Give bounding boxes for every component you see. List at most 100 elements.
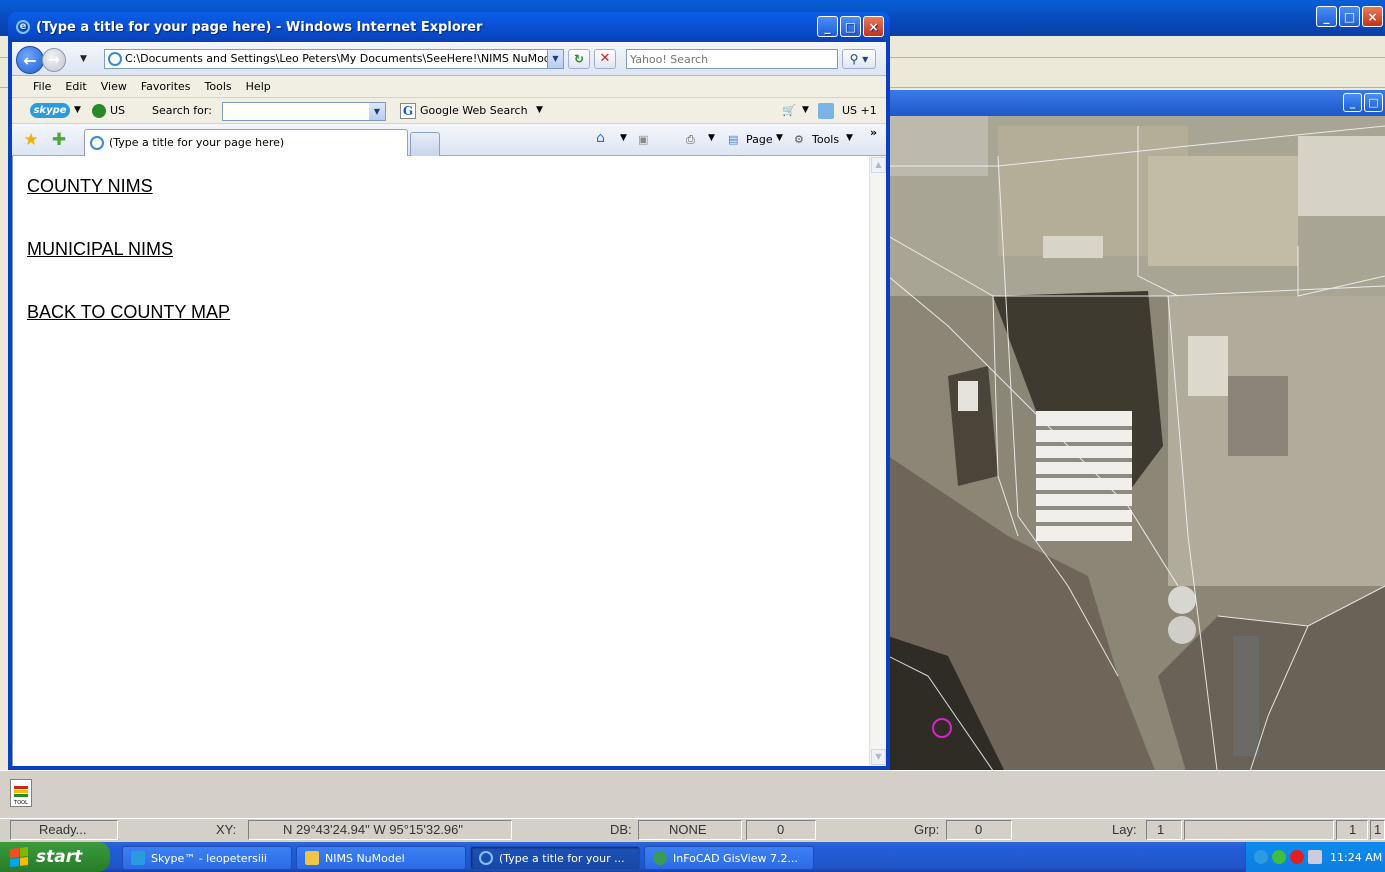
list-icon[interactable] <box>818 103 834 119</box>
skype-dropdown-icon[interactable]: ▼ <box>74 103 81 118</box>
taskbar-item-label: NIMS NuModel <box>325 851 405 865</box>
menu-file[interactable]: File <box>26 80 58 93</box>
tray-skype-icon[interactable] <box>1254 850 1268 864</box>
start-label: start <box>36 847 83 867</box>
tab-bar: ★ ✚ (Type a title for your page here) ⌂ … <box>12 124 886 156</box>
search-for-label: Search for: <box>152 104 212 117</box>
maximize-button[interactable]: □ <box>840 16 861 37</box>
skype-search-combo[interactable]: ▼ <box>222 102 386 121</box>
menu-help[interactable]: Help <box>239 80 278 93</box>
tray-shield-icon[interactable] <box>1272 850 1286 864</box>
google-icon: G <box>400 103 416 119</box>
cad-close-button[interactable]: × <box>1362 6 1383 27</box>
map-maximize-button[interactable]: □ <box>1364 93 1383 112</box>
county-nims-link[interactable]: COUNTY NIMS <box>27 176 230 197</box>
vertical-scrollbar[interactable]: ▲ ▼ <box>869 156 886 766</box>
phone-country-code[interactable]: US +1 <box>842 103 877 118</box>
folder-icon <box>305 851 319 865</box>
page-icon <box>108 52 122 66</box>
taskbar-item-ie[interactable]: (Type a title for your ... <box>470 846 640 870</box>
tray-network-icon[interactable] <box>1308 850 1322 864</box>
combo-dropdown-icon[interactable]: ▼ <box>369 103 385 120</box>
google-dropdown-icon[interactable]: ▼ <box>536 103 543 118</box>
page-content: COUNTY NIMS MUNICIPAL NIMS BACK TO COUNT… <box>12 156 886 766</box>
lay-label: Lay: <box>1112 822 1137 837</box>
stop-button[interactable]: ✕ <box>594 49 616 69</box>
link-list: COUNTY NIMS MUNICIPAL NIMS BACK TO COUNT… <box>27 176 230 365</box>
new-tab-button[interactable] <box>410 132 440 156</box>
print-dropdown-icon[interactable]: ▼ <box>708 133 715 143</box>
ie-client: ← → ▼ C:\Documents and Settings\Leo Pete… <box>12 42 886 766</box>
home-icon[interactable]: ⌂ <box>596 130 605 146</box>
taskbar-item-folder[interactable]: NIMS NuModel <box>296 846 466 870</box>
cart-dropdown-icon[interactable]: ▼ <box>802 103 809 118</box>
add-favorite-icon[interactable]: ✚ <box>50 131 68 149</box>
address-bar[interactable]: C:\Documents and Settings\Leo Peters\My … <box>104 49 564 69</box>
grp-label: Grp: <box>914 822 940 837</box>
scroll-up-icon[interactable]: ▲ <box>871 157 886 173</box>
address-dropdown-icon[interactable]: ▼ <box>547 50 563 68</box>
search-input[interactable] <box>627 50 837 68</box>
country-selector[interactable]: US <box>110 103 125 118</box>
skype-button[interactable]: skype <box>30 103 70 118</box>
cad-minimize-button[interactable]: _ <box>1316 6 1337 27</box>
taskbar-item-skype[interactable]: Skype™ - leopetersiii <box>122 846 292 870</box>
tools-gear-icon: ⚙ <box>794 133 804 146</box>
svg-text:TOOL: TOOL <box>13 800 28 806</box>
start-button[interactable]: start <box>0 842 110 872</box>
menu-bar: File Edit View Favorites Tools Help <box>12 76 886 98</box>
close-button[interactable]: × <box>863 16 884 37</box>
search-box[interactable] <box>626 49 838 69</box>
menu-view[interactable]: View <box>94 80 134 93</box>
history-dropdown-icon[interactable]: ▼ <box>80 54 87 64</box>
municipal-nims-link[interactable]: MUNICIPAL NIMS <box>27 239 230 260</box>
back-to-county-map-link[interactable]: BACK TO COUNTY MAP <box>27 302 230 323</box>
shopping-cart-icon[interactable]: 🛒 <box>782 103 796 118</box>
print-icon[interactable]: ⎙ <box>686 133 695 147</box>
tools-dropdown-icon[interactable]: ▼ <box>846 133 853 143</box>
page-menu-button[interactable]: Page <box>746 133 773 146</box>
ie-titlebar[interactable]: e (Type a title for your page here) - Wi… <box>8 12 890 42</box>
tray-alert-icon[interactable] <box>1290 850 1304 864</box>
status-right-value-2: 1 <box>1370 820 1385 840</box>
search-go-button[interactable]: ⚲ ▾ <box>842 49 876 69</box>
taskbar-item-label: InFoCAD GisView 7.2... <box>673 851 798 865</box>
taskbar-item-infocad[interactable]: InFoCAD GisView 7.2... <box>644 846 814 870</box>
map-minimize-button[interactable]: _ <box>1343 93 1362 112</box>
map-caption-buttons: _ □ <box>1343 93 1383 112</box>
tools-menu-button[interactable]: Tools <box>812 133 839 146</box>
google-web-search-button[interactable]: Google Web Search <box>420 103 528 118</box>
minimize-button[interactable]: _ <box>817 16 838 37</box>
chevron-more-icon[interactable]: » <box>870 126 877 139</box>
system-tray: 11:24 AM <box>1245 842 1385 872</box>
back-button[interactable]: ← <box>16 46 44 74</box>
tab-current-page[interactable]: (Type a title for your page here) <box>84 129 408 156</box>
cad-caption-buttons: _ □ × <box>1316 6 1383 27</box>
windows-flag-icon <box>10 847 28 867</box>
menu-tools[interactable]: Tools <box>198 80 239 93</box>
menu-favorites[interactable]: Favorites <box>134 80 198 93</box>
globe-icon <box>653 851 667 865</box>
db-number: 0 <box>746 820 816 840</box>
tab-title: (Type a title for your page here) <box>109 136 285 149</box>
aerial-map-image <box>888 116 1385 778</box>
page-dropdown-icon[interactable]: ▼ <box>776 133 783 143</box>
cad-maximize-button[interactable]: □ <box>1339 6 1360 27</box>
scroll-down-icon[interactable]: ▼ <box>871 749 886 765</box>
db-value: NONE <box>638 820 742 840</box>
refresh-button[interactable]: ↻ <box>568 49 590 69</box>
taskbar-item-label: (Type a title for your ... <box>499 851 625 865</box>
aerial-map[interactable] <box>888 116 1385 778</box>
tool-icon[interactable]: TOOL <box>10 779 32 807</box>
ie-caption-buttons: _ □ × <box>817 16 884 37</box>
cad-status-bar: Ready... XY: N 29°43'24.94" W 95°15'32.9… <box>0 818 1385 842</box>
favorites-star-icon[interactable]: ★ <box>22 131 40 149</box>
ie-logo-icon: e <box>16 20 30 34</box>
feeds-icon[interactable]: ▣ <box>638 133 648 146</box>
taskbar-item-label: Skype™ - leopetersiii <box>151 851 267 865</box>
forward-button[interactable]: → <box>42 48 66 72</box>
lay-value: 1 <box>1146 820 1182 840</box>
menu-edit[interactable]: Edit <box>58 80 93 93</box>
home-dropdown-icon[interactable]: ▼ <box>620 133 627 143</box>
xy-coordinates: N 29°43'24.94" W 95°15'32.96" <box>248 820 512 840</box>
